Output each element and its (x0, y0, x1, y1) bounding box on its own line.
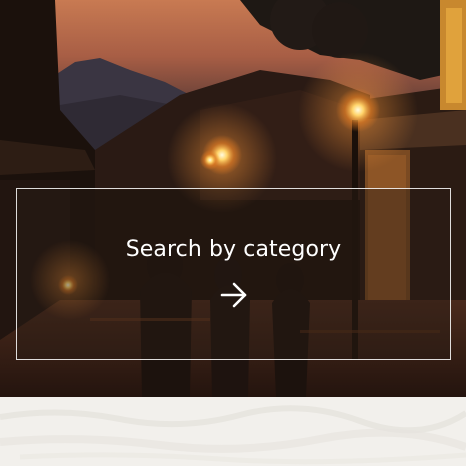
search-by-category-label: Search by category (125, 237, 342, 262)
paper-texture-section (0, 397, 466, 466)
paper-texture (0, 397, 466, 466)
search-by-category-card[interactable]: Search by category (16, 188, 451, 360)
arrow-right-icon (220, 282, 246, 308)
page: Search by category (0, 0, 466, 466)
